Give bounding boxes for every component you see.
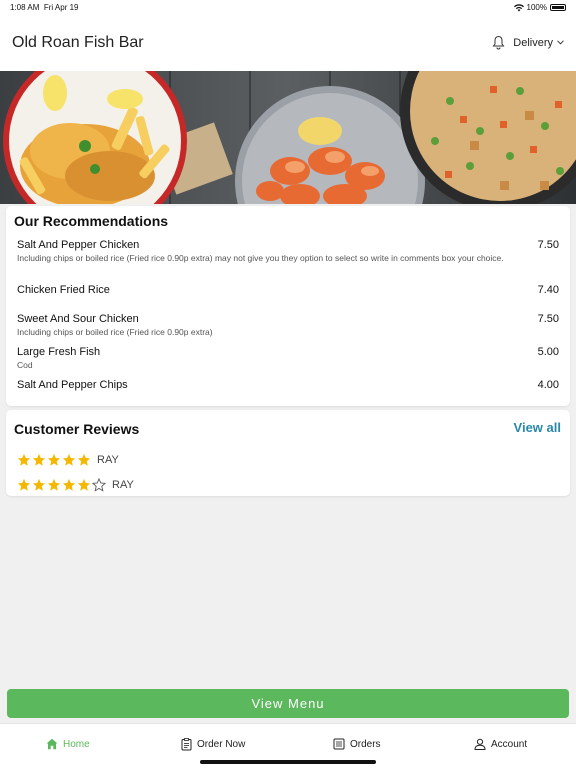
menu-item-price: 7.50 xyxy=(537,313,559,325)
menu-item-price: 5.00 xyxy=(537,346,559,358)
view-all-reviews-link[interactable]: View all xyxy=(514,420,561,435)
tab-account[interactable]: Account xyxy=(474,738,527,750)
star-filled-icon xyxy=(77,478,91,491)
account-icon xyxy=(474,738,486,750)
star-outline-icon xyxy=(92,478,106,492)
tab-orders-label: Orders xyxy=(350,738,381,750)
star-filled-icon xyxy=(77,453,91,466)
star-filled-icon xyxy=(17,453,31,466)
tab-order-now[interactable]: Order Now xyxy=(181,738,245,751)
orders-icon xyxy=(333,738,345,750)
restaurant-title: Old Roan Fish Bar xyxy=(12,34,144,51)
tab-account-label: Account xyxy=(491,738,528,750)
star-filled-icon xyxy=(17,478,31,491)
star-filled-icon xyxy=(62,453,76,466)
menu-item[interactable]: Chicken Fried Rice 7.40 xyxy=(17,284,559,296)
home-indicator[interactable] xyxy=(200,760,376,764)
delivery-dropdown[interactable]: Delivery xyxy=(513,37,564,49)
tab-orders[interactable]: Orders xyxy=(333,738,381,750)
menu-item[interactable]: Salt And Pepper Chips 4.00 xyxy=(17,379,559,391)
customer-reviews-card: Customer Reviews View all RAY RAY xyxy=(6,410,570,496)
star-filled-icon xyxy=(47,453,61,466)
menu-item-name: Sweet And Sour Chicken xyxy=(17,313,139,325)
battery-icon xyxy=(550,4,566,11)
menu-item[interactable]: Large Fresh Fish Cod 5.00 xyxy=(17,346,559,371)
menu-item-price: 7.50 xyxy=(537,239,559,251)
menu-item-description: Including chips or boiled rice (Fried ri… xyxy=(17,327,213,337)
star-filled-icon xyxy=(47,478,61,491)
wifi-icon xyxy=(513,3,524,11)
star-filled-icon xyxy=(62,478,76,491)
battery-percent: 100% xyxy=(526,3,547,12)
rating-stars xyxy=(17,453,91,467)
review-author: RAY xyxy=(97,454,119,466)
food-banner-image xyxy=(0,71,576,204)
rating-stars xyxy=(17,478,106,492)
star-filled-icon xyxy=(32,453,46,466)
status-date: Fri Apr 19 xyxy=(43,3,79,12)
menu-item-price: 7.40 xyxy=(537,284,559,296)
star-filled-icon xyxy=(32,478,46,491)
menu-item-name: Salt And Pepper Chicken xyxy=(17,239,140,251)
status-time-text: 1:08 AM xyxy=(10,3,40,12)
tab-home[interactable]: Home xyxy=(46,738,90,750)
status-right: 100% xyxy=(513,3,566,12)
review-author: RAY xyxy=(112,479,134,491)
delivery-label: Delivery xyxy=(513,36,553,49)
menu-item-description: Cod xyxy=(17,360,33,370)
chevron-down-icon xyxy=(557,40,564,45)
header-actions: Delivery xyxy=(492,35,564,50)
menu-item-name: Salt And Pepper Chips xyxy=(17,379,128,391)
bell-icon[interactable] xyxy=(492,35,505,50)
recommendations-card: Our Recommendations Salt And Pepper Chic… xyxy=(6,206,570,406)
review-item: RAY xyxy=(17,478,134,492)
view-menu-button[interactable]: View Menu xyxy=(7,689,569,718)
status-time: 1:08 AM Fri Apr 19 xyxy=(10,3,79,12)
tab-home-label: Home xyxy=(63,738,90,750)
menu-item-name: Large Fresh Fish xyxy=(17,346,101,358)
recommendations-title: Our Recommendations xyxy=(14,213,169,229)
tab-order-now-label: Order Now xyxy=(197,739,246,750)
menu-item[interactable]: Sweet And Sour Chicken Including chips o… xyxy=(17,313,559,338)
order-icon xyxy=(181,738,192,751)
menu-item-name: Chicken Fried Rice xyxy=(17,284,110,296)
review-item: RAY xyxy=(17,453,119,467)
food-banner-graphic xyxy=(0,71,576,204)
app-header: Old Roan Fish Bar Delivery xyxy=(0,14,576,71)
status-bar: 1:08 AM Fri Apr 19 100% xyxy=(0,0,576,14)
menu-item[interactable]: Salt And Pepper Chicken Including chips … xyxy=(17,239,559,264)
reviews-title: Customer Reviews xyxy=(14,421,140,437)
menu-item-description: Including chips or boiled rice (Fried ri… xyxy=(17,253,504,263)
menu-item-price: 4.00 xyxy=(537,379,559,391)
home-icon xyxy=(46,738,58,750)
